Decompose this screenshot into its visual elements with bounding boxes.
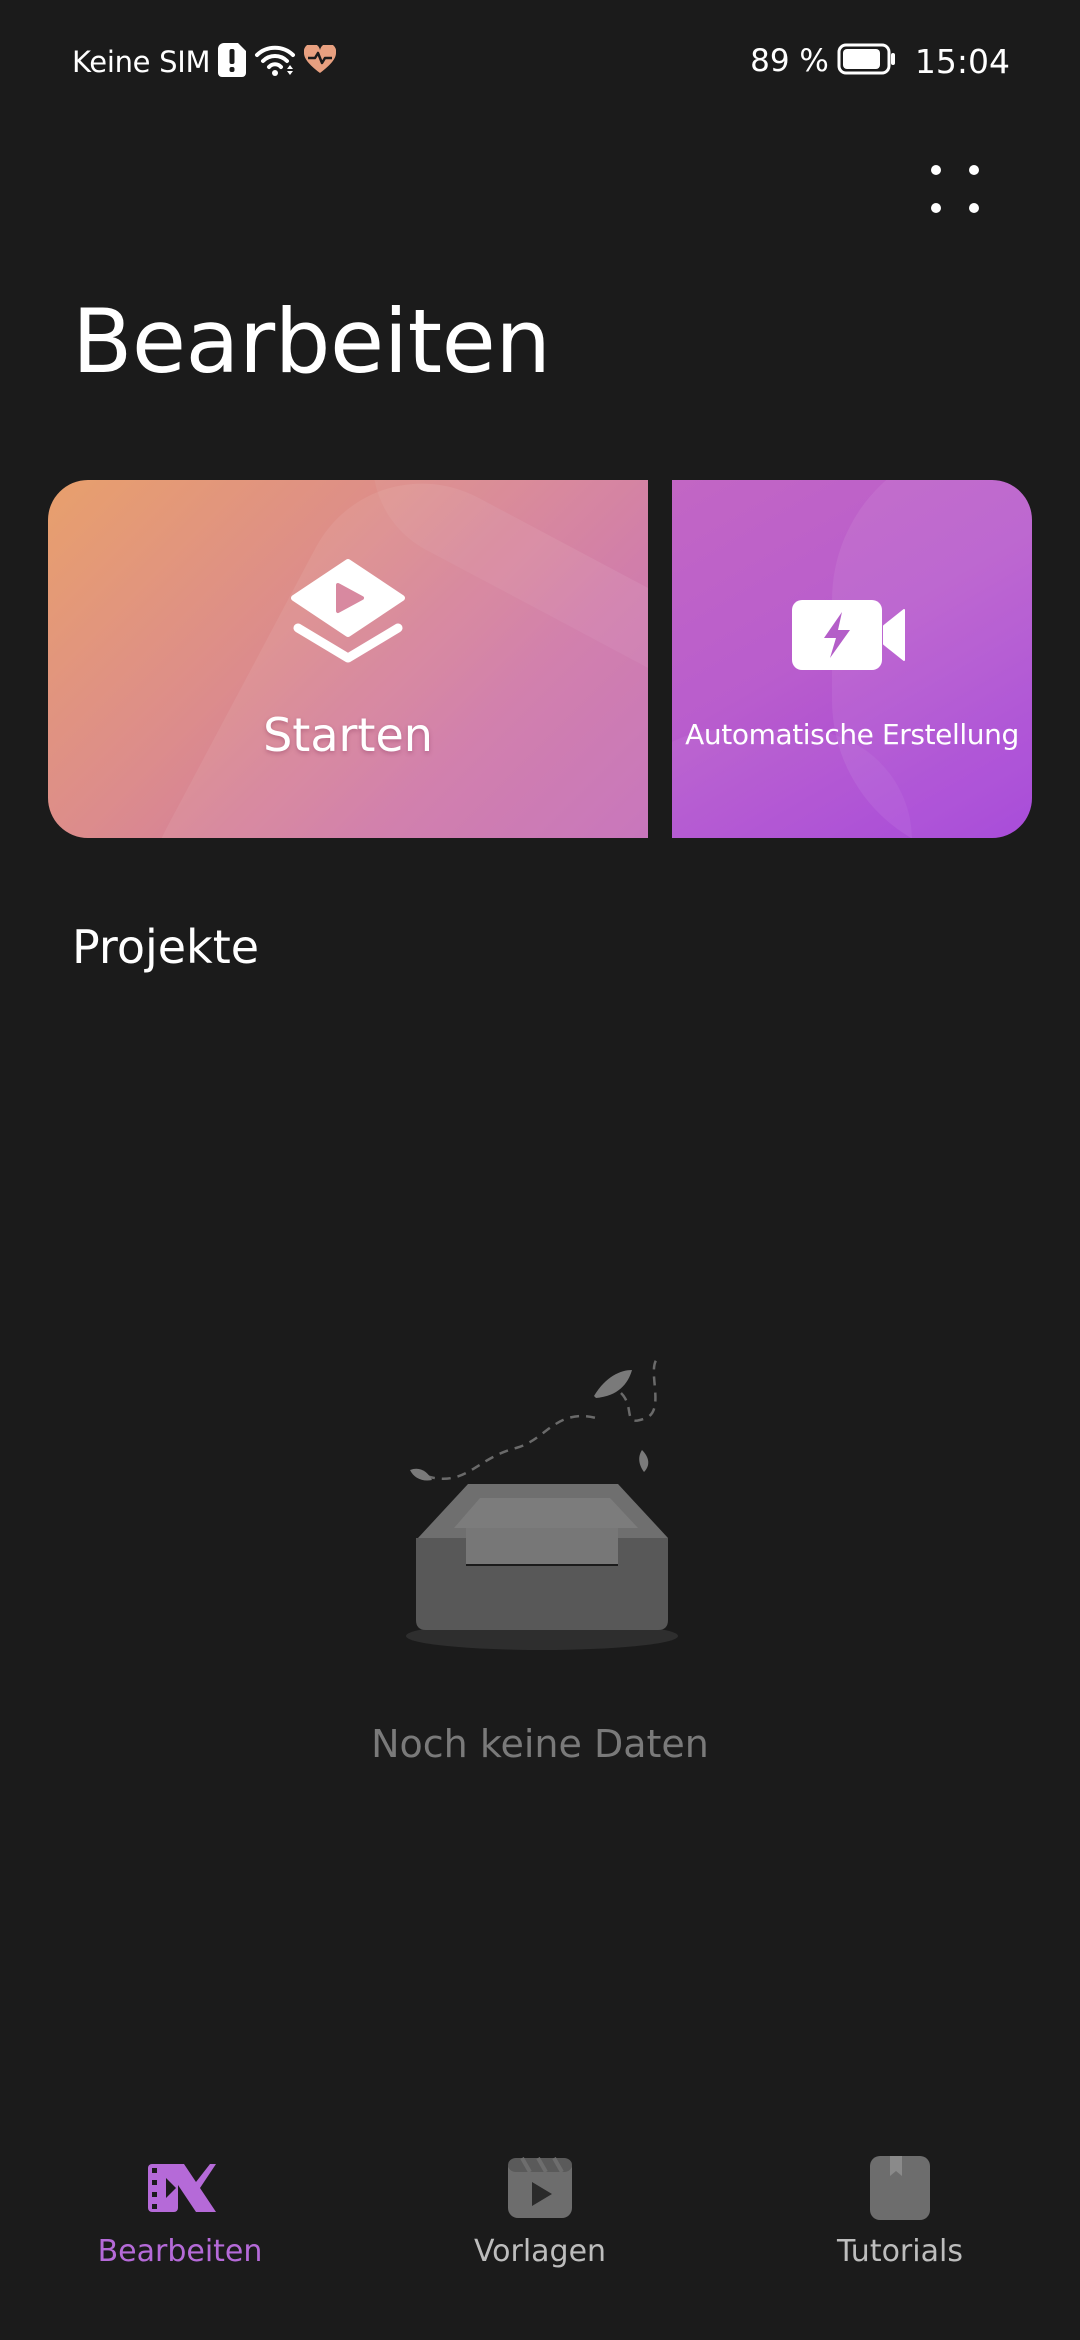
more-dots-icon (931, 165, 979, 213)
sim-alert-icon (218, 43, 247, 81)
start-label: Starten (263, 708, 433, 762)
nav-item-bearbeiten[interactable]: Bearbeiten (30, 2154, 330, 2284)
page-title: Bearbeiten (72, 290, 551, 393)
book-icon (870, 2156, 930, 2220)
nav-label: Bearbeiten (97, 2234, 263, 2269)
status-bar: Keine SIM 89 % 15:04 (0, 0, 1080, 120)
empty-box-illustration (406, 1357, 678, 1650)
wifi-icon (254, 43, 296, 81)
start-project-card[interactable]: Starten (48, 480, 648, 838)
carrier-label: Keine SIM (72, 45, 211, 79)
projects-section-title: Projekte (72, 920, 260, 974)
bottom-navigation: Bearbeiten Vorlagen Tutorials (0, 2130, 1080, 2340)
more-options-button[interactable] (916, 150, 994, 228)
video-camera-bolt-icon (792, 600, 905, 670)
auto-create-label: Automatische Erstellung (685, 718, 1019, 751)
clock: 15:04 (914, 41, 1010, 81)
nav-label: Vorlagen (473, 2234, 607, 2269)
auto-create-card[interactable]: Automatische Erstellung (672, 480, 1032, 838)
nav-item-vorlagen[interactable]: Vorlagen (390, 2154, 690, 2284)
battery-percent: 89 % (750, 43, 829, 79)
battery-icon (837, 43, 897, 79)
edit-logo-icon (148, 2164, 216, 2212)
health-heart-icon (304, 43, 337, 79)
layered-play-icon (291, 559, 405, 663)
template-play-icon (508, 2157, 572, 2218)
nav-item-tutorials[interactable]: Tutorials (750, 2154, 1050, 2284)
empty-state-text: Noch keine Daten (371, 1722, 709, 1766)
status-left: Keine SIM (72, 40, 337, 84)
status-right: 89 % 15:04 (750, 38, 1010, 84)
nav-label: Tutorials (837, 2234, 963, 2269)
